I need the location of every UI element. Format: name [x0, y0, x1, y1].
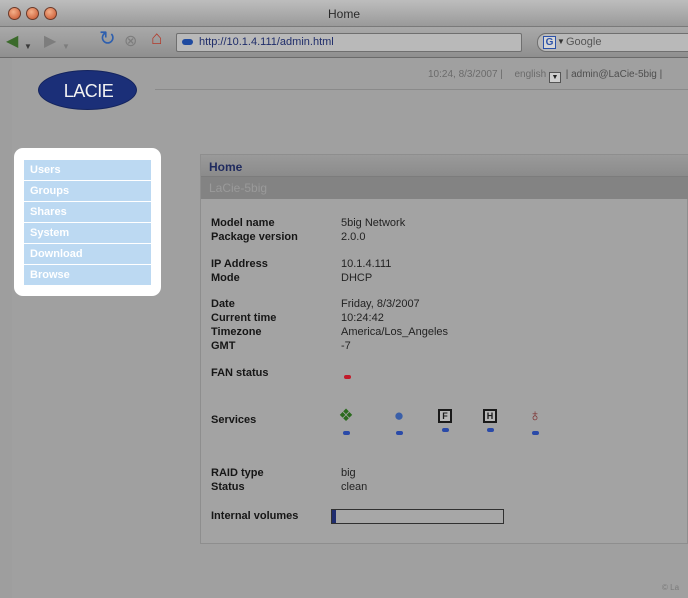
home-panel: Home LaCie-5big Model name 5big Network … [200, 154, 688, 544]
language-label: english [514, 69, 547, 80]
upnp-icon: ♁ [528, 406, 542, 425]
language-select-chevron-icon[interactable]: ▼ [548, 72, 561, 83]
header-divider [155, 89, 688, 90]
sidebar: Users Groups Shares System Download Brow… [14, 148, 161, 296]
footer-copyright: © La [662, 583, 680, 592]
service-apple[interactable]: ● [389, 405, 409, 435]
timezone-label: Timezone [211, 326, 262, 338]
header-user: | admin@LaCie-5big | [565, 69, 663, 80]
page-content: LACIE 10:24, 8/3/2007 | english ▼ | admi… [12, 58, 688, 598]
service-status-dot [441, 428, 449, 432]
ip-address-value: 10.1.4.111 [341, 258, 392, 270]
mode-label: Mode [211, 272, 240, 284]
browser-window: Home ◀ ▼ ▶ ▼ ↻ ⊗ ⌂ http://10.1.4.111/adm… [0, 0, 688, 598]
sidebar-item-browse[interactable]: Browse [24, 265, 151, 285]
sidebar-item-groups[interactable]: Groups [24, 181, 151, 201]
internal-volumes-fill [332, 510, 336, 523]
home-icon[interactable]: ⌂ [151, 29, 162, 48]
browser-toolbar: ◀ ▼ ▶ ▼ ↻ ⊗ ⌂ http://10.1.4.111/admin.ht… [0, 27, 688, 58]
fan-status-indicator [344, 375, 351, 379]
site-favicon-icon [182, 39, 193, 45]
back-arrow-icon[interactable]: ◀ [6, 33, 18, 51]
panel-title-bar: Home [201, 155, 688, 177]
gmt-label: GMT [211, 340, 236, 352]
lacie-logo: LACIE [38, 70, 137, 110]
service-status-dot [531, 431, 539, 435]
logo-text: LACIE [63, 81, 114, 101]
service-status-dot [486, 428, 494, 432]
ip-address-label: IP Address [211, 258, 268, 270]
model-name-label: Model name [211, 217, 275, 229]
sidebar-item-shares[interactable]: Shares [24, 202, 151, 222]
google-search-engine-icon[interactable]: G [543, 36, 556, 49]
internal-volumes-label: Internal volumes [211, 510, 299, 522]
http-icon: H [483, 409, 497, 423]
back-history-chevron-icon[interactable]: ▼ [24, 38, 32, 56]
current-time-value: 10:24:42 [341, 312, 384, 324]
apple-icon: ● [393, 406, 405, 425]
date-label: Date [211, 298, 235, 310]
package-version-value: 2.0.0 [341, 231, 366, 243]
search-field[interactable]: G ▼ Google [537, 33, 688, 52]
service-windows[interactable]: ❖ [336, 405, 356, 435]
service-status-dot [342, 431, 350, 435]
mode-value: DHCP [341, 272, 373, 284]
title-bar: Home [0, 0, 688, 27]
service-http[interactable]: H [480, 405, 500, 432]
gmt-value: -7 [341, 340, 351, 352]
status-value: clean [341, 481, 368, 493]
sidebar-item-system[interactable]: System [24, 223, 151, 243]
stop-icon[interactable]: ⊗ [124, 33, 137, 51]
windows-icon: ❖ [338, 406, 354, 425]
current-time-label: Current time [211, 312, 277, 324]
raid-type-value: big [341, 467, 356, 479]
url-text: http://10.1.4.111/admin.html [199, 36, 334, 48]
header-datetime: 10:24, 8/3/2007 | [428, 69, 503, 80]
internal-volumes-bar[interactable] [331, 509, 504, 524]
address-bar[interactable]: http://10.1.4.111/admin.html ▼ ▶ [176, 33, 688, 52]
timezone-value: America/Los_Angeles [341, 326, 449, 338]
ftp-icon: F [438, 409, 452, 423]
search-engine-dropdown-icon[interactable]: ▼ [557, 37, 565, 46]
header-info: 10:24, 8/3/2007 | english ▼ | admin@LaCi… [428, 69, 662, 83]
forward-history-chevron-icon[interactable]: ▼ [62, 38, 70, 56]
package-version-label: Package version [211, 231, 298, 243]
status-label: Status [211, 481, 245, 493]
raid-type-label: RAID type [211, 467, 264, 479]
panel-subtitle-bar: LaCie-5big [201, 177, 688, 199]
service-ftp[interactable]: F [435, 405, 455, 432]
window-title: Home [327, 7, 360, 21]
reload-icon[interactable]: ↻ [99, 29, 116, 49]
services-label: Services [211, 414, 257, 426]
sidebar-item-download[interactable]: Download [24, 244, 151, 264]
fan-status-label: FAN status [211, 367, 269, 379]
date-value: Friday, 8/3/2007 [341, 298, 420, 310]
service-upnp[interactable]: ♁ [525, 405, 545, 435]
panel-title: Home [209, 160, 243, 174]
forward-arrow-icon[interactable]: ▶ [44, 33, 56, 51]
search-placeholder: Google [566, 36, 602, 48]
service-status-dot [395, 431, 403, 435]
model-name-value: 5big Network [341, 217, 406, 229]
device-name: LaCie-5big [209, 181, 268, 195]
sidebar-item-users[interactable]: Users [24, 160, 151, 180]
